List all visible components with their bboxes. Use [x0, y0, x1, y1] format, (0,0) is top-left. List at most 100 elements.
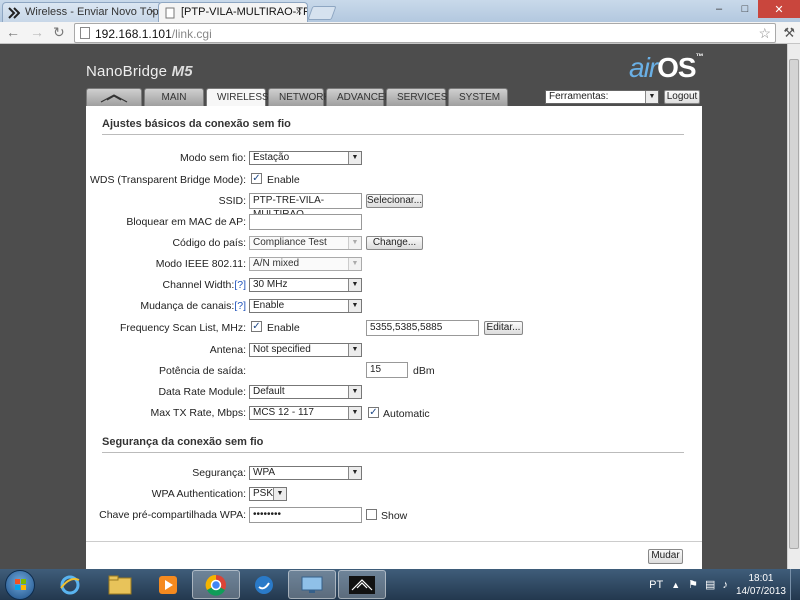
address-bar[interactable]: 192.168.1.101/link.cgi ☆ [74, 23, 776, 43]
psk-input[interactable]: •••••••• [249, 507, 362, 523]
max-tx-auto-checkbox[interactable]: ✓ [368, 407, 379, 418]
remote-desktop-icon[interactable] [288, 570, 336, 599]
url-text: 192.168.1.101/link.cgi [95, 27, 212, 41]
close-tab-icon[interactable]: × [296, 6, 302, 18]
start-button[interactable] [5, 570, 35, 600]
country-label: Código do país: [172, 237, 246, 249]
tab-ubnt-logo[interactable] [86, 88, 142, 106]
max-tx-select[interactable]: MCS 12 - 117 ▼ [249, 406, 362, 420]
wpa-auth-value: PSK [253, 488, 274, 499]
chrome-icon[interactable] [192, 570, 240, 599]
url-path: /link.cgi [171, 27, 212, 41]
network-icon[interactable]: ▤ [705, 578, 715, 591]
device-brand: NanoBridge M5 [86, 63, 193, 80]
antenna-value: Not specified [253, 344, 311, 355]
main-nav-tabs: MAIN WIRELESS NETWORK ADVANCED SERVICES … [86, 88, 510, 107]
wrench-menu-icon[interactable]: ⚒ [783, 25, 795, 41]
internet-explorer-icon[interactable] [46, 570, 94, 599]
ubiquiti-logo-icon [100, 94, 128, 103]
security-label: Segurança: [192, 467, 246, 479]
wds-checkbox[interactable]: ✓ [251, 173, 262, 184]
tab-main[interactable]: MAIN [144, 88, 204, 106]
tab-services[interactable]: SERVICES [386, 88, 447, 106]
tab-network[interactable]: NETWORK [268, 88, 330, 106]
security-select[interactable]: WPA ▼ [249, 466, 362, 480]
data-rate-select[interactable]: Default ▼ [249, 385, 362, 399]
change-country-button[interactable]: Change... [366, 236, 423, 250]
output-power-label: Potência de saída: [159, 365, 246, 377]
country-value: Compliance Test [253, 237, 327, 248]
flag-icon[interactable]: ⚑ [688, 578, 698, 591]
ieee-mode-select: A/N mixed ▼ [249, 257, 362, 271]
new-tab-button[interactable] [307, 6, 337, 20]
data-rate-label: Data Rate Module: [158, 386, 246, 398]
psk-show-checkbox[interactable]: ✓ [366, 509, 377, 520]
volume-icon[interactable]: ♪ [722, 579, 728, 591]
tab-wireless[interactable]: WIRELESS [206, 88, 269, 107]
show-desktop-button[interactable] [790, 569, 800, 600]
bookmark-star-icon[interactable]: ☆ [758, 25, 771, 42]
channel-shift-select[interactable]: Enable ▼ [249, 299, 362, 313]
browser-tab-wireless[interactable]: Wireless - Enviar Novo Tóp × [2, 2, 162, 22]
minimize-icon[interactable]: – [706, 0, 732, 18]
edit-scan-list-button[interactable]: Editar... [484, 321, 523, 335]
wireless-mode-select[interactable]: Estação ▼ [249, 151, 362, 165]
tools-dropdown[interactable]: Ferramentas: ▼ [545, 90, 659, 104]
maximize-icon[interactable]: □ [732, 0, 758, 18]
ssid-label: SSID: [218, 195, 246, 207]
scan-list-checkbox[interactable]: ✓ [251, 321, 262, 332]
data-rate-value: Default [253, 386, 285, 397]
page-scrollbar[interactable] [787, 44, 800, 569]
psk-label: Chave pré-compartilhada WPA: [99, 509, 246, 521]
wpa-auth-select[interactable]: PSK ▼ [249, 487, 287, 501]
url-host: 192.168.1.101 [95, 27, 172, 41]
scan-list-input[interactable]: 5355,5385,5885 [366, 320, 479, 336]
scan-list-label: Frequency Scan List, MHz: [119, 322, 246, 334]
tab-system[interactable]: SYSTEM [448, 88, 508, 106]
channel-shift-help-link[interactable]: [?] [234, 300, 246, 312]
chevron-down-icon: ▼ [645, 91, 658, 103]
chevron-down-icon: ▼ [348, 279, 361, 291]
brand-name: NanoBridge [86, 63, 168, 80]
output-power-input[interactable]: 15 [366, 362, 408, 378]
max-tx-label: Max TX Rate, Mbps: [150, 407, 246, 419]
file-explorer-icon[interactable] [96, 570, 144, 599]
output-power-unit: dBm [413, 365, 435, 377]
show-hidden-icons-icon[interactable]: ▲ [671, 580, 680, 590]
settings-panel: Ajustes básicos da conexão sem fio Modo … [86, 106, 702, 569]
lock-ap-input[interactable] [249, 214, 362, 230]
clock[interactable]: 18:01 14/07/2013 [736, 572, 786, 598]
divider [102, 134, 684, 135]
language-indicator[interactable]: PT [649, 579, 663, 591]
security-section-title: Segurança da conexão sem fio [102, 436, 264, 448]
logout-button[interactable]: Logout [664, 90, 700, 104]
scrollbar-thumb[interactable] [789, 59, 799, 549]
browser-tab-ptp[interactable]: [PTP-VILA-MULTIRAO-TR × [158, 2, 308, 22]
psk-show-label: Show [381, 510, 408, 522]
ssid-input[interactable]: PTP-TRE-VILA-MULTIRAO [249, 193, 362, 220]
chevron-down-icon: ▼ [348, 258, 361, 270]
back-arrow-icon[interactable]: ← [6, 24, 20, 40]
system-tray: PT ▲ ⚑ ▤ ♪ 18:01 14/07/2013 [649, 569, 800, 600]
ubiquiti-app-icon[interactable] [338, 570, 386, 599]
forward-arrow-icon[interactable]: → [30, 24, 44, 40]
reload-icon[interactable]: ↻ [53, 24, 65, 41]
channel-width-select[interactable]: 30 MHz ▼ [249, 278, 362, 292]
ieee-mode-label: Modo IEEE 802.11: [155, 258, 246, 270]
select-ssid-button[interactable]: Selecionar... [366, 194, 423, 208]
window-close-icon[interactable]: ✕ [758, 0, 800, 18]
media-player-icon[interactable] [144, 570, 192, 599]
channel-width-help-link[interactable]: [?] [234, 279, 246, 291]
divider [86, 541, 702, 542]
logo-os: OS [657, 52, 696, 83]
close-tab-icon[interactable]: × [150, 6, 156, 18]
page-viewport: NanoBridge M5 airOS™ MAIN WIRELESS NETWO… [0, 44, 787, 569]
tab-advanced[interactable]: ADVANCED [326, 88, 392, 106]
chevron-down-icon: ▼ [348, 344, 361, 356]
antenna-select[interactable]: Not specified ▼ [249, 343, 362, 357]
channel-width-label: Channel Width:[?] [86, 279, 246, 291]
chat-app-icon[interactable] [240, 570, 288, 599]
change-button[interactable]: Mudar [648, 549, 683, 564]
document-favicon-icon [165, 7, 175, 19]
ieee-mode-value: A/N mixed [253, 258, 300, 269]
